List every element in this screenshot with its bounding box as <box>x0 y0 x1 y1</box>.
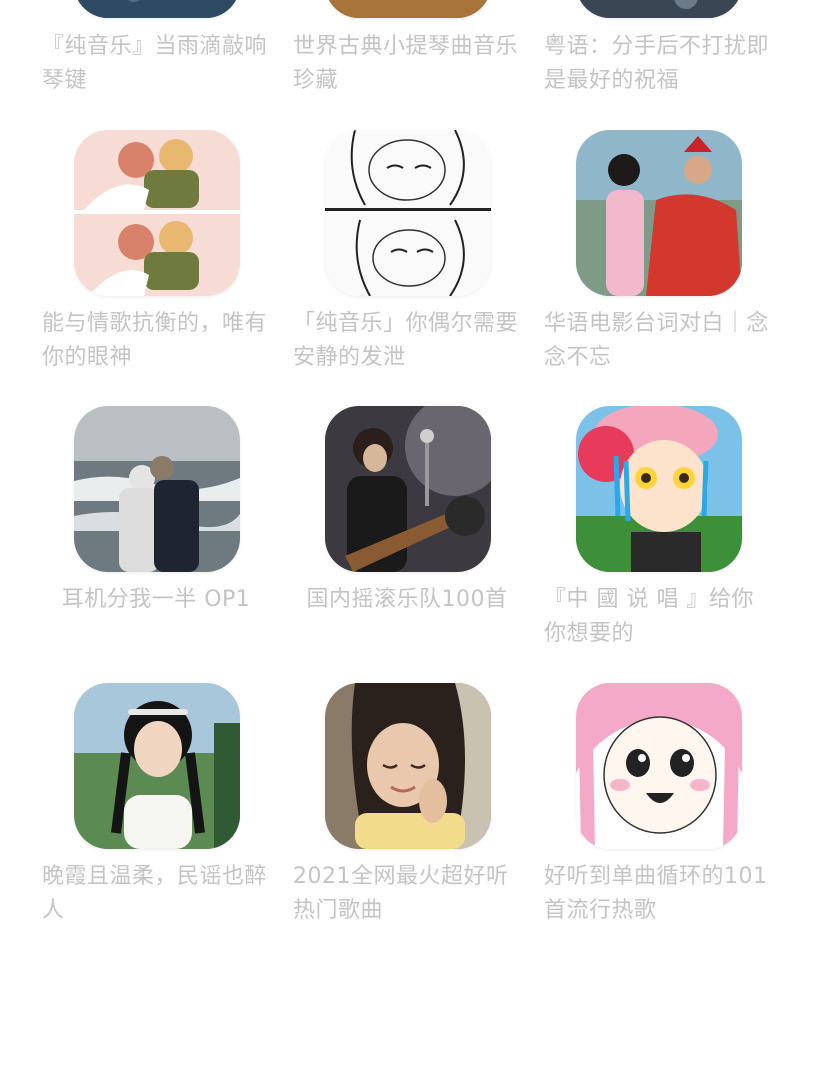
playlist-cover[interactable] <box>576 683 742 849</box>
playlist-cover[interactable] <box>74 130 240 296</box>
playlist-title: 『纯音乐』当雨滴敲响琴键 <box>42 34 268 93</box>
playlist-cover[interactable] <box>74 683 240 849</box>
playlist-grid: 『纯音乐』当雨滴敲响琴键 世界古典小提琴曲音乐珍藏 粤语：分手后不打扰即是最好的… <box>0 0 816 1088</box>
playlist-title: 「纯音乐」你偶尔需要安静的发泄 <box>293 311 519 370</box>
playlist-cover[interactable] <box>576 130 742 296</box>
playlist-cover[interactable] <box>74 0 240 18</box>
playlist-cover[interactable] <box>74 406 240 572</box>
playlist-title: 世界古典小提琴曲音乐珍藏 <box>293 34 519 93</box>
playlist-cover[interactable] <box>325 130 491 296</box>
playlist-title: 2021全网最火超好听热门歌曲 <box>293 864 509 923</box>
playlist-title: 好听到单曲循环的101首流行热歌 <box>544 864 768 923</box>
playlist-cover[interactable] <box>576 406 742 572</box>
playlist-cover[interactable] <box>325 406 491 572</box>
playlist-title: 粤语：分手后不打扰即是最好的祝福 <box>544 34 770 93</box>
playlist-title: 华语电影台词对白｜念念不忘 <box>544 311 770 370</box>
playlist-title: 国内摇滚乐队100首 <box>306 587 508 612</box>
playlist-cover[interactable] <box>576 0 742 18</box>
playlist-title: 能与情歌抗衡的，唯有你的眼神 <box>42 311 268 370</box>
playlist-title: 耳机分我一半 OP1 <box>61 587 251 612</box>
playlist-cover[interactable] <box>325 683 491 849</box>
playlist-title: 晚霞且温柔，民谣也醉人 <box>42 864 268 923</box>
playlist-title: 『中 國 说 唱 』给你你想要的 <box>544 587 754 646</box>
playlist-cover[interactable] <box>325 0 491 18</box>
